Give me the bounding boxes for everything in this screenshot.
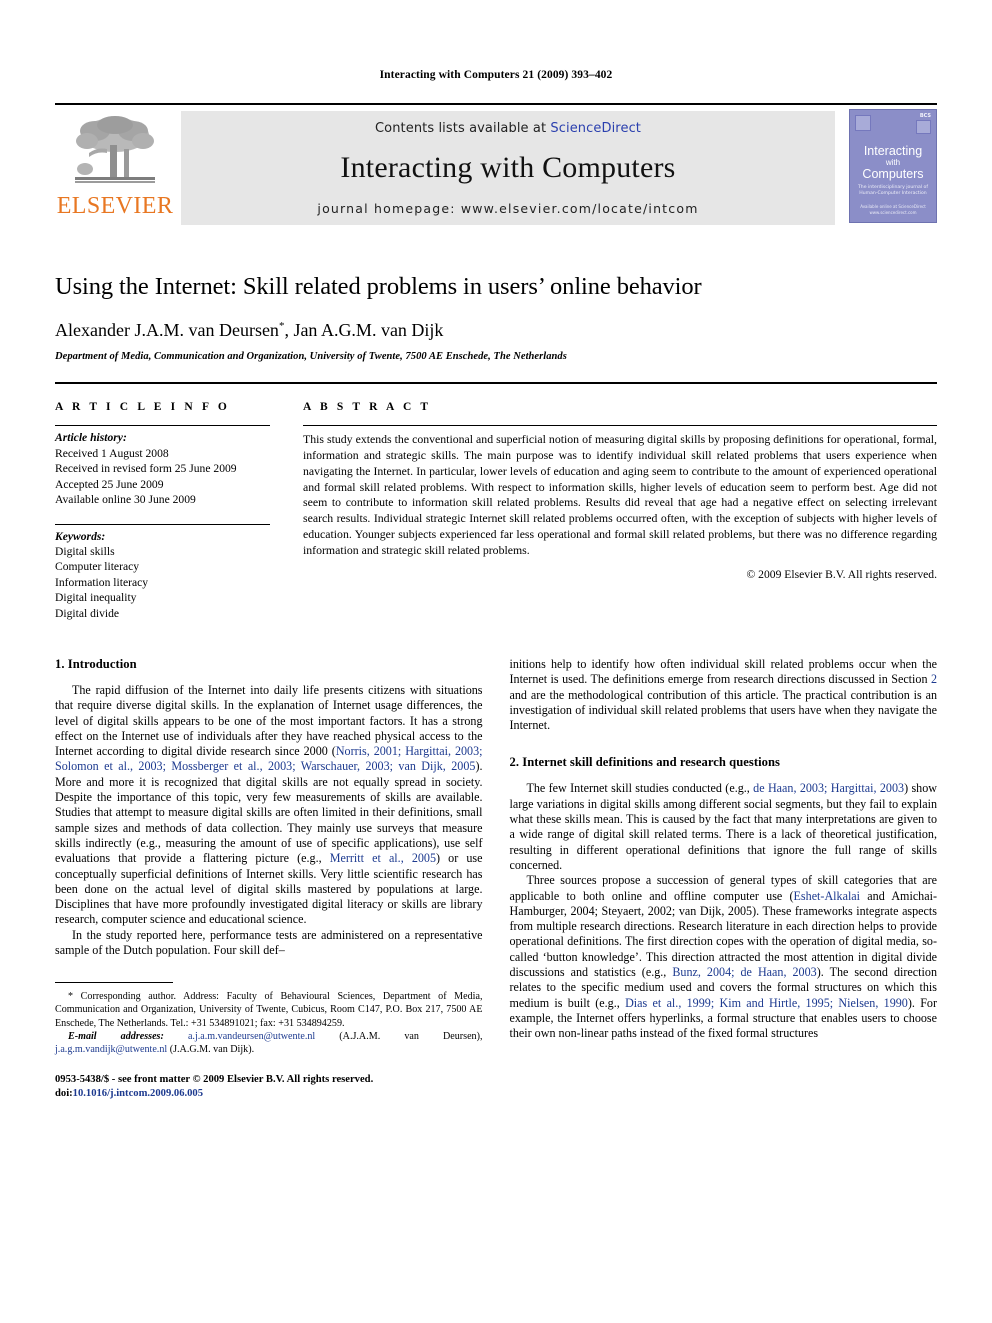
history-item: Received in revised form 25 June 2009 [55, 462, 237, 476]
paragraph-col2-1: initions help to identify how often indi… [510, 657, 938, 733]
contents-prefix: Contents lists available at [374, 120, 551, 136]
cover-footer-text: Available online at ScienceDirect www.sc… [860, 203, 926, 216]
citation-link[interactable]: Merritt et al., 2005 [330, 851, 436, 865]
info-top-rule [55, 382, 937, 385]
keywords-label: Keywords: [55, 529, 106, 543]
journal-title: Interacting with Computers [340, 151, 676, 184]
issn-line: 0953-5438/$ - see front matter © 2009 El… [55, 1073, 374, 1085]
cover-bcs-box-icon [916, 119, 931, 134]
elsevier-wordmark: ELSEVIER [56, 192, 174, 219]
cover-title-line3: Computers [862, 166, 924, 181]
article-history-label: Article history: [55, 431, 127, 445]
sciencedirect-link[interactable]: ScienceDirect [550, 121, 641, 136]
journal-banner: Contents lists available at ScienceDirec… [181, 110, 835, 225]
footnote-corresponding-author: * Corresponding author. Address: Faculty… [55, 990, 483, 1029]
footnote-email: E-mail addresses: a.j.a.m.vandeursen@utw… [55, 1030, 483, 1056]
title-block: Using the Internet: Skill related proble… [55, 273, 937, 363]
cover-title-line1: Interacting [863, 143, 923, 158]
contents-lists-line: Contents lists available at ScienceDirec… [375, 121, 641, 136]
email-link-2[interactable]: j.a.g.m.vandijk@utwente.nl [55, 1044, 167, 1055]
author-primary: Alexander J.A.M. van Deursen [55, 319, 279, 340]
author-list: Alexander J.A.M. van Deursen*, Jan A.G.M… [55, 320, 937, 341]
abstract-text: This study extends the conventional and … [303, 432, 937, 557]
keyword-item: Digital inequality [55, 591, 137, 605]
keyword-item: Computer literacy [55, 560, 140, 574]
journal-masthead: ELSEVIER Contents lists available at Sci… [55, 102, 937, 227]
email-label: E-mail addresses: [68, 1030, 164, 1042]
keywords-group: Keywords: Digital skills Computer litera… [55, 525, 270, 621]
cover-subtitle: The interdisciplinary journal of Human-C… [858, 184, 928, 197]
history-item: Received 1 August 2008 [55, 446, 169, 460]
email-owner-2: (J.A.G.M. van Dijk). [167, 1043, 255, 1055]
text-run: and are the methodological contribution … [509, 687, 938, 733]
doi-label: doi: [55, 1087, 73, 1099]
text-run: ). More and more it is recognized that d… [55, 759, 483, 866]
doi-line: doi:10.1016/j.intcom.2009.06.005 [55, 1087, 483, 1101]
footnote-marker: * [68, 991, 74, 1003]
history-item: Available online 30 June 2009 [55, 493, 196, 507]
cover-publisher-mark-icon [855, 114, 871, 131]
keyword-item: Information literacy [55, 575, 149, 589]
author-secondary: , Jan A.G.M. van Dijk [284, 319, 444, 340]
abstract-column: A B S T R A C T This study extends the c… [298, 401, 937, 620]
article-history-group: Article history: Received 1 August 2008 … [55, 426, 270, 507]
footnote-text: Corresponding author. Address: Faculty o… [55, 991, 483, 1029]
doi-link[interactable]: 10.1016/j.intcom.2009.06.005 [73, 1088, 203, 1099]
keyword-item: Digital divide [55, 606, 120, 620]
paragraph-sec2-1: The few Internet skill studies conducted… [510, 781, 938, 873]
journal-cover-block: BCS Interacting with Computers The inter… [845, 108, 937, 227]
journal-homepage-line[interactable]: journal homepage: www.elsevier.com/locat… [317, 201, 698, 216]
cover-footer: Available online at ScienceDirect www.sc… [850, 204, 936, 217]
elsevier-logo: ELSEVIER [55, 109, 175, 227]
journal-cover-image: BCS Interacting with Computers The inter… [849, 108, 937, 223]
citation-link[interactable]: Bunz, 2004; de Haan, 2003 [672, 965, 816, 979]
citation-link[interactable]: Dias et al., 1999; Kim and Hirtle, 1995;… [625, 996, 908, 1010]
text-run: The few Internet skill studies conducted… [526, 781, 754, 796]
cover-bcs-label: BCS [919, 112, 931, 119]
email-link-1[interactable]: a.j.a.m.vandeursen@utwente.nl [188, 1031, 315, 1042]
article-info-heading: A R T I C L E I N F O [55, 401, 230, 414]
section-cross-reference[interactable]: 2 [931, 672, 937, 686]
section-heading-internet-skill-definitions: 2. Internet skill definitions and resear… [509, 755, 780, 770]
elsevier-tree-icon [75, 115, 155, 183]
section-heading-introduction: 1. Introduction [55, 656, 137, 671]
keyword-item: Digital skills [55, 544, 115, 558]
history-item: Accepted 25 June 2009 [55, 477, 164, 491]
email-owner-1: (A.J.A.M. van Deursen), [315, 1030, 483, 1042]
affiliation: Department of Media, Communication and O… [55, 351, 567, 363]
citation-link[interactable]: de Haan, 2003; Hargittai, 2003 [753, 781, 904, 795]
paper-page: Interacting with Computers 21 (2009) 393… [0, 0, 992, 1323]
page-title: Using the Internet: Skill related proble… [55, 272, 702, 300]
body-column-left: 1. Introduction The rapid diffusion of t… [55, 657, 483, 1101]
body-column-right: initions help to identify how often indi… [510, 657, 938, 1101]
running-head: Interacting with Computers 21 (2009) 393… [379, 69, 613, 81]
info-abstract-row: A R T I C L E I N F O Article history: R… [55, 401, 937, 620]
text-run: initions help to identify how often indi… [509, 656, 938, 687]
paragraph-intro-1: The rapid diffusion of the Internet into… [55, 683, 483, 928]
copyright-line: © 2009 Elsevier B.V. All rights reserved… [746, 568, 937, 582]
abstract-heading: A B S T R A C T [303, 401, 432, 414]
issn-block: 0953-5438/$ - see front matter © 2009 El… [55, 1073, 483, 1101]
paragraph-sec2-2: Three sources propose a succession of ge… [510, 873, 938, 1041]
article-info-column: A R T I C L E I N F O Article history: R… [55, 401, 298, 620]
cover-title-line2: with [885, 157, 901, 167]
citation-link[interactable]: Eshet-Alkalai [794, 889, 861, 903]
footnote-rule [55, 982, 173, 984]
body-columns: 1. Introduction The rapid diffusion of t… [55, 657, 937, 1101]
paragraph-intro-2: In the study reported here, performance … [55, 927, 483, 957]
